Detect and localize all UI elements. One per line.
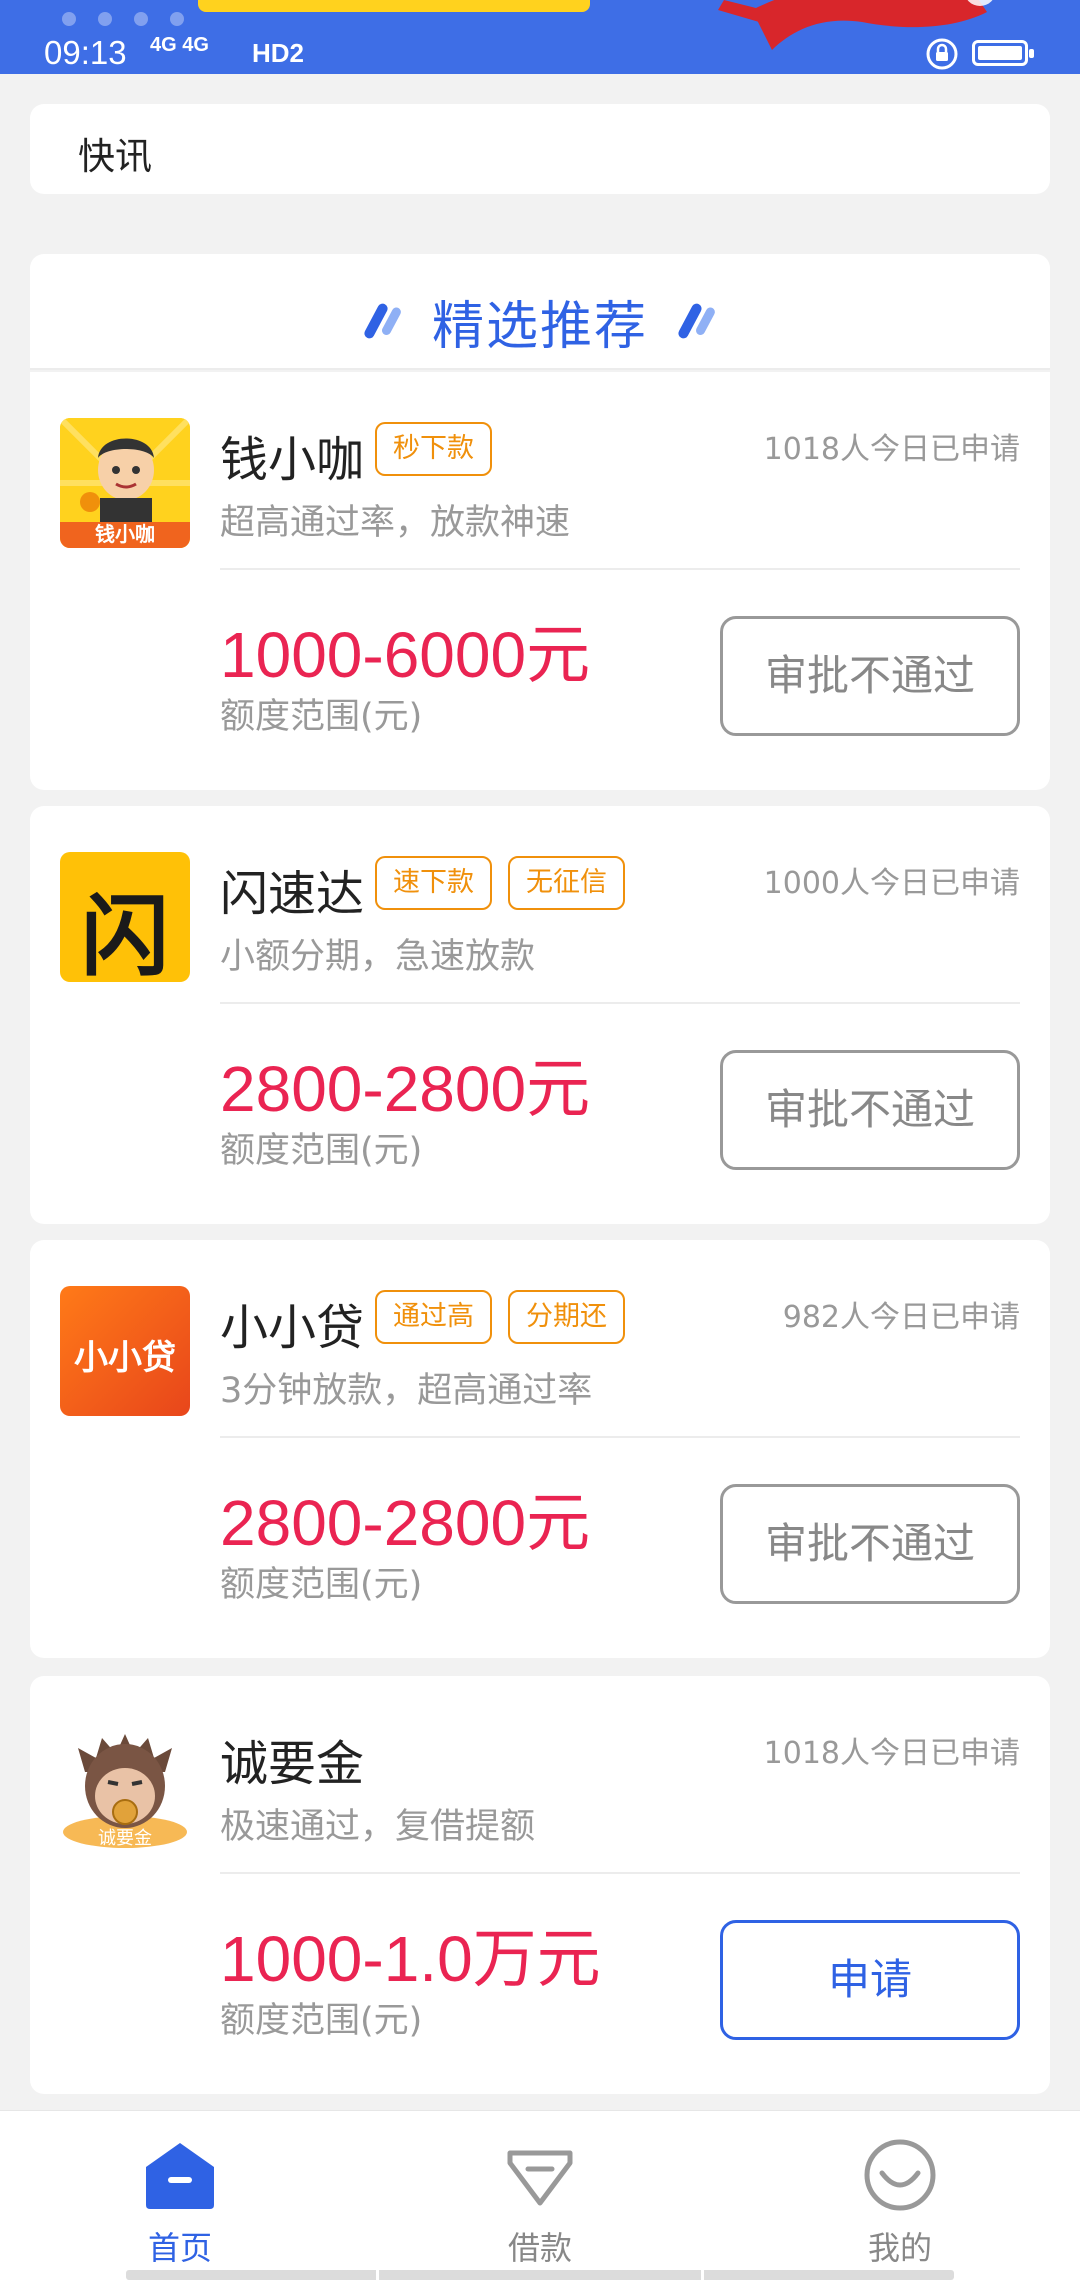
product-logo: 闪 (60, 852, 190, 982)
recommend-title: 精选推荐 (431, 297, 648, 357)
slash-decoration-icon (364, 303, 401, 338)
tag-badge: 无征信 (508, 856, 625, 910)
tag-list: 通过高 分期还 (375, 1290, 625, 1344)
nav-label: 借款 (507, 2229, 572, 2267)
nav-item-home[interactable]: 首页 (80, 2137, 280, 2269)
product-card[interactable]: 闪 闪速达 速下款 无征信 1000人今日已申请 小额分期，急速放款 2800-… (30, 806, 1050, 1224)
product-name: 诚要金 (220, 1736, 365, 1792)
status-bar: 09:13 4G 4G HD2 (0, 0, 1080, 74)
news-bar[interactable]: 快讯 (30, 104, 1050, 194)
news-label: 快讯 (78, 135, 152, 178)
logo-text: 闪 (80, 885, 169, 982)
applied-count: 1018人今日已申请 (763, 1736, 1020, 1771)
signal-icon: 4G 4G (150, 34, 209, 56)
logo-text: 诚要金 (98, 1828, 152, 1849)
apply-button[interactable]: 申请 (720, 1920, 1020, 2040)
profile-icon (864, 2139, 936, 2211)
product-name: 钱小咖 (220, 432, 365, 488)
tag-badge: 通过高 (375, 1290, 492, 1344)
product-description: 3分钟放款，超高通过率 (220, 1371, 593, 1411)
product-card[interactable]: 诚要金 诚要金 1018人今日已申请 极速通过，复借提额 1000-1.0万元 … (30, 1676, 1050, 2094)
mascot-runner-icon (718, 0, 993, 50)
nav-item-profile[interactable]: 我的 (800, 2137, 1000, 2269)
product-description: 小额分期，急速放款 (220, 937, 536, 977)
divider (220, 1436, 1020, 1438)
product-card[interactable]: 小小贷 小小贷 通过高 分期还 982人今日已申请 3分钟放款，超高通过率 28… (30, 1240, 1050, 1658)
banner-strip (198, 0, 590, 12)
logo-text: 小小贷 (74, 1338, 176, 1378)
product-logo: 诚要金 (60, 1722, 190, 1852)
apply-button[interactable]: 审批不通过 (720, 1484, 1020, 1604)
amount-label: 额度范围(元) (220, 1131, 423, 1171)
bottom-nav: 首页 借款 我的 (0, 2110, 1080, 2280)
divider (220, 568, 1020, 570)
applied-count: 982人今日已申请 (782, 1300, 1020, 1335)
product-logo: 小小贷 (60, 1286, 190, 1416)
logo-text: 钱小咖 (95, 522, 155, 546)
tag-list: 秒下款 (375, 422, 492, 476)
apply-button[interactable]: 审批不通过 (720, 1050, 1020, 1170)
tag-badge: 速下款 (375, 856, 492, 910)
applied-count: 1018人今日已申请 (763, 432, 1020, 467)
divider (220, 1002, 1020, 1004)
notification-dots (62, 12, 184, 26)
product-description: 极速通过，复借提额 (220, 1807, 536, 1847)
home-indicator[interactable] (126, 2270, 954, 2280)
battery-icon (972, 40, 1034, 66)
amount-range: 1000-6000元 (220, 619, 591, 691)
network-hd-label: HD2 (252, 38, 305, 68)
tag-badge: 秒下款 (375, 422, 492, 476)
slash-decoration-icon (678, 303, 715, 338)
amount-range: 2800-2800元 (220, 1053, 591, 1125)
product-logo: 钱小咖 (60, 418, 190, 548)
nav-label: 我的 (867, 2229, 932, 2267)
amount-range: 1000-1.0万元 (220, 1923, 601, 1995)
product-card[interactable]: 钱小咖 钱小咖 秒下款 1018人今日已申请 超高通过率，放款神速 1000-6… (30, 372, 1050, 790)
product-name: 小小贷 (220, 1300, 365, 1356)
amount-label: 额度范围(元) (220, 697, 423, 737)
amount-range: 2800-2800元 (220, 1487, 591, 1559)
recommend-header: 精选推荐 (30, 254, 1050, 370)
divider (220, 1872, 1020, 1874)
applied-count: 1000人今日已申请 (763, 866, 1020, 901)
home-icon (146, 2143, 214, 2209)
apply-button[interactable]: 审批不通过 (720, 616, 1020, 736)
amount-label: 额度范围(元) (220, 2001, 423, 2041)
lock-icon (926, 38, 958, 70)
loan-icon (507, 2150, 573, 2206)
product-description: 超高通过率，放款神速 (220, 503, 571, 543)
amount-label: 额度范围(元) (220, 1565, 423, 1605)
status-time: 09:13 (44, 34, 127, 71)
tag-badge: 分期还 (508, 1290, 625, 1344)
tag-list: 速下款 无征信 (375, 856, 625, 910)
nav-label: 首页 (147, 2229, 212, 2267)
product-name: 闪速达 (220, 866, 365, 922)
nav-item-loan[interactable]: 借款 (440, 2137, 640, 2269)
